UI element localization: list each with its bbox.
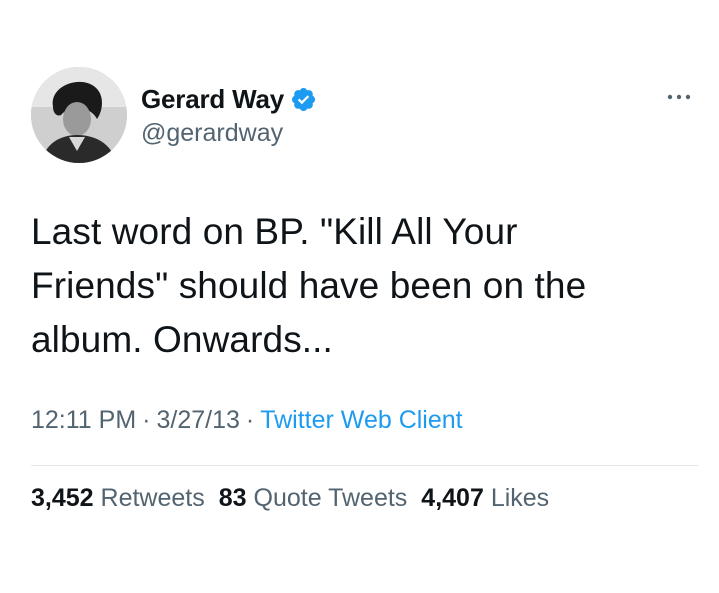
avatar-photo (31, 67, 127, 163)
quotes-count: 83 (218, 484, 247, 512)
meta-separator: · (245, 406, 255, 434)
tweet-text-line: album. Onwards... (31, 319, 333, 360)
display-name[interactable]: Gerard Way (141, 84, 284, 115)
retweets-stat[interactable]: 3,452 Retweets (31, 484, 205, 512)
retweets-label: Retweets (100, 484, 205, 512)
tweet-meta: 12:11 PM · 3/27/13 · Twitter Web Client (31, 406, 463, 435)
quotes-stat[interactable]: 83 Quote Tweets (219, 484, 408, 512)
meta-separator: · (142, 406, 151, 434)
tweet-text-line: Last word on BP. "Kill All Your (31, 211, 518, 252)
tweet-card: Gerard Way @gerardway Last word on BP. "… (0, 0, 719, 593)
tweet-stats: 3,452 Retweets 83 Quote Tweets 4,407 Likes (31, 484, 563, 513)
author-name-row: Gerard Way (141, 82, 317, 116)
verified-badge-icon (290, 86, 317, 113)
tweet-date[interactable]: 3/27/13 (156, 406, 239, 434)
likes-label: Likes (490, 484, 550, 512)
quotes-label: Quote Tweets (253, 484, 408, 512)
author-handle[interactable]: @gerardway (141, 119, 283, 148)
more-options-icon[interactable] (666, 88, 692, 106)
tweet-text-line: Friends" should have been on the (31, 265, 587, 306)
retweets-count: 3,452 (31, 484, 94, 512)
tweet-time[interactable]: 12:11 PM (31, 406, 136, 434)
likes-count: 4,407 (421, 484, 484, 512)
likes-stat[interactable]: 4,407 Likes (421, 484, 549, 512)
tweet-text: Last word on BP. "Kill All Your Friends"… (31, 205, 671, 367)
tweet-client-link[interactable]: Twitter Web Client (260, 406, 462, 434)
avatar[interactable] (31, 67, 127, 163)
divider (31, 465, 698, 466)
